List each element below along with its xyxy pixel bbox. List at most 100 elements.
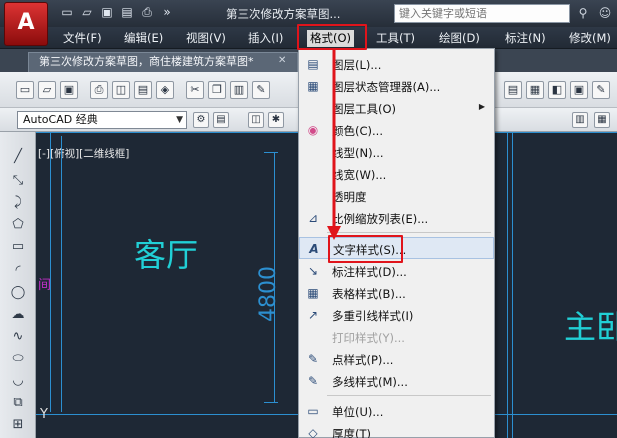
menu-format[interactable]: 格式(O): [307, 30, 355, 47]
menu-edit[interactable]: 编辑(E): [121, 30, 166, 47]
multiline-style-icon: ✎: [307, 374, 319, 388]
save-icon[interactable]: ▣: [100, 5, 114, 19]
cut-icon[interactable]: ✂: [186, 81, 204, 99]
menu-draw[interactable]: 绘图(D): [436, 30, 483, 47]
dimension-tick: [264, 152, 278, 153]
menu-tools[interactable]: 工具(T): [373, 30, 418, 47]
chevron-down-icon: ▼: [176, 115, 183, 125]
document-title: 第三次修改方案草图...: [226, 7, 341, 21]
new-icon[interactable]: ▭: [16, 81, 34, 99]
spline-icon[interactable]: ∿: [9, 328, 27, 346]
close-icon[interactable]: ✕: [278, 55, 286, 66]
menu-item-units[interactable]: ▭ 单位(U)...: [299, 400, 494, 422]
layer-state-icon: ▦: [307, 79, 319, 93]
print-icon[interactable]: ⎙: [90, 81, 108, 99]
preview-icon[interactable]: ◫: [112, 81, 130, 99]
text-style-icon: A: [309, 242, 319, 256]
open-icon[interactable]: ▱: [38, 81, 56, 99]
menu-view[interactable]: 视图(V): [183, 30, 229, 47]
menu-item-layer[interactable]: ▤ 图层(L)...: [299, 53, 494, 75]
document-tab[interactable]: 第三次修改方案草图，商住楼建筑方案草图*: [28, 52, 298, 72]
menu-item-text-style[interactable]: A 文字样式(S)...: [299, 237, 494, 259]
polygon-icon[interactable]: ⬠: [9, 216, 27, 234]
wall-line: [512, 132, 513, 438]
multileader-style-icon: ↗: [307, 308, 319, 322]
ellipse-icon[interactable]: ⬭: [9, 350, 27, 368]
workspace-select[interactable]: AutoCAD 经典 ▼: [17, 111, 187, 129]
menu-bar: 文件(F) 编辑(E) 视图(V) 插入(I) 格式(O) 工具(T) 绘图(D…: [0, 27, 617, 49]
gear-icon[interactable]: ⚙: [193, 112, 209, 128]
menu-separator: [327, 395, 491, 396]
save-as-icon[interactable]: ▤: [120, 5, 134, 19]
polyline-icon[interactable]: ⤸: [9, 194, 27, 212]
menu-item-color[interactable]: ◉ 颜色(C)...: [299, 119, 494, 141]
calc-icon[interactable]: ▣: [570, 81, 588, 99]
menu-item-point-style[interactable]: ✎ 点样式(P)...: [299, 348, 494, 370]
room-label-living: 客厅: [134, 236, 199, 274]
layer-icon[interactable]: ▤: [504, 81, 522, 99]
construction-line-icon[interactable]: ⤡: [9, 172, 27, 190]
room-label-master: 主卧: [564, 308, 617, 346]
paste-icon[interactable]: ▥: [230, 81, 248, 99]
menu-dimension[interactable]: 标注(N): [502, 30, 549, 47]
open-folder-icon[interactable]: ▱: [80, 5, 94, 19]
properties-icon[interactable]: ▦: [526, 81, 544, 99]
3d-icon[interactable]: ◈: [156, 81, 174, 99]
ellipse-arc-icon[interactable]: ◡: [9, 372, 27, 390]
print-icon[interactable]: ⎙: [140, 5, 154, 19]
menu-item-lineweight[interactable]: 线宽(W)...: [299, 163, 494, 185]
table-style-icon: ▦: [307, 286, 319, 300]
dimension-text: 4800: [256, 266, 281, 322]
layer-props-icon[interactable]: ◫: [248, 112, 264, 128]
menu-item-thickness[interactable]: ◇ 厚度(T): [299, 422, 494, 438]
dimension-tick: [264, 402, 278, 403]
rectangle-icon[interactable]: ▭: [9, 238, 27, 256]
menu-item-layer-state[interactable]: ▦ 图层状态管理器(A)...: [299, 75, 494, 97]
menu-item-table-style[interactable]: ▦ 表格样式(B)...: [299, 282, 494, 304]
publish-icon[interactable]: ▤: [134, 81, 152, 99]
viewport-label[interactable]: [-][俯视][二维线框]: [38, 146, 129, 161]
scale-list-icon: ⊿: [307, 211, 319, 225]
wall-line: [50, 132, 51, 412]
layer-walk-icon[interactable]: ▦: [594, 112, 610, 128]
more-icon[interactable]: »: [160, 5, 174, 19]
menu-insert[interactable]: 插入(I): [245, 30, 286, 47]
match-icon[interactable]: ✎: [252, 81, 270, 99]
app-logo[interactable]: A: [4, 2, 48, 46]
line-icon[interactable]: ╱: [9, 148, 27, 166]
draw-toolbar: ╱ ⤡ ⤸ ⬠ ▭ ◜ ◯ ☁ ∿ ⬭ ◡ ⧉ ⊞: [0, 132, 36, 438]
lightbulb-icon[interactable]: ✱: [268, 112, 284, 128]
arc-icon[interactable]: ◜: [9, 262, 27, 280]
binoculars-icon[interactable]: ⚲: [574, 4, 592, 22]
submenu-arrow-icon: ▶: [478, 102, 485, 111]
menu-item-dimension-style[interactable]: ↘ 标注样式(D)...: [299, 260, 494, 282]
menu-file[interactable]: 文件(F): [60, 30, 105, 47]
menu-item-plot-style: 打印样式(Y)...: [332, 331, 405, 345]
search-input[interactable]: [394, 4, 570, 23]
menu-item-scale-list[interactable]: ⊿ 比例缩放列表(E)...: [299, 207, 494, 229]
units-icon: ▭: [307, 404, 319, 418]
menu-modify[interactable]: 修改(M): [566, 30, 614, 47]
circle-icon[interactable]: ◯: [9, 284, 27, 302]
title-bar: ▭ ▱ ▣ ▤ ⎙ » 第三次修改方案草图... ⚲ ☺: [0, 0, 617, 27]
tool-palette-icon[interactable]: ◧: [548, 81, 566, 99]
revision-cloud-icon[interactable]: ☁: [9, 306, 27, 324]
layer-prev-icon[interactable]: ▥: [572, 112, 588, 128]
menu-item-linetype[interactable]: 线型(N)...: [299, 141, 494, 163]
workspace-icon[interactable]: ▤: [213, 112, 229, 128]
format-menu: ▤ 图层(L)... ▦ 图层状态管理器(A)... 图层工具(O) ▶ ◉ 颜…: [298, 48, 495, 438]
menu-item-layer-tools[interactable]: 图层工具(O) ▶: [299, 97, 494, 119]
menu-item-multileader-style[interactable]: ↗ 多重引线样式(I): [299, 304, 494, 326]
markup-icon[interactable]: ✎: [592, 81, 610, 99]
room-fragment: 间: [38, 278, 52, 293]
color-wheel-icon: ◉: [307, 123, 319, 137]
new-file-icon[interactable]: ▭: [60, 5, 74, 19]
insert-block-icon[interactable]: ⧉: [9, 394, 27, 412]
copy-icon[interactable]: ❐: [208, 81, 226, 99]
menu-item-transparency[interactable]: 透明度: [299, 185, 494, 207]
user-icon[interactable]: ☺: [596, 4, 614, 22]
point-style-icon: ✎: [307, 352, 319, 366]
make-block-icon[interactable]: ⊞: [9, 416, 27, 434]
menu-item-multiline-style[interactable]: ✎ 多线样式(M)...: [299, 370, 494, 392]
save-icon[interactable]: ▣: [60, 81, 78, 99]
